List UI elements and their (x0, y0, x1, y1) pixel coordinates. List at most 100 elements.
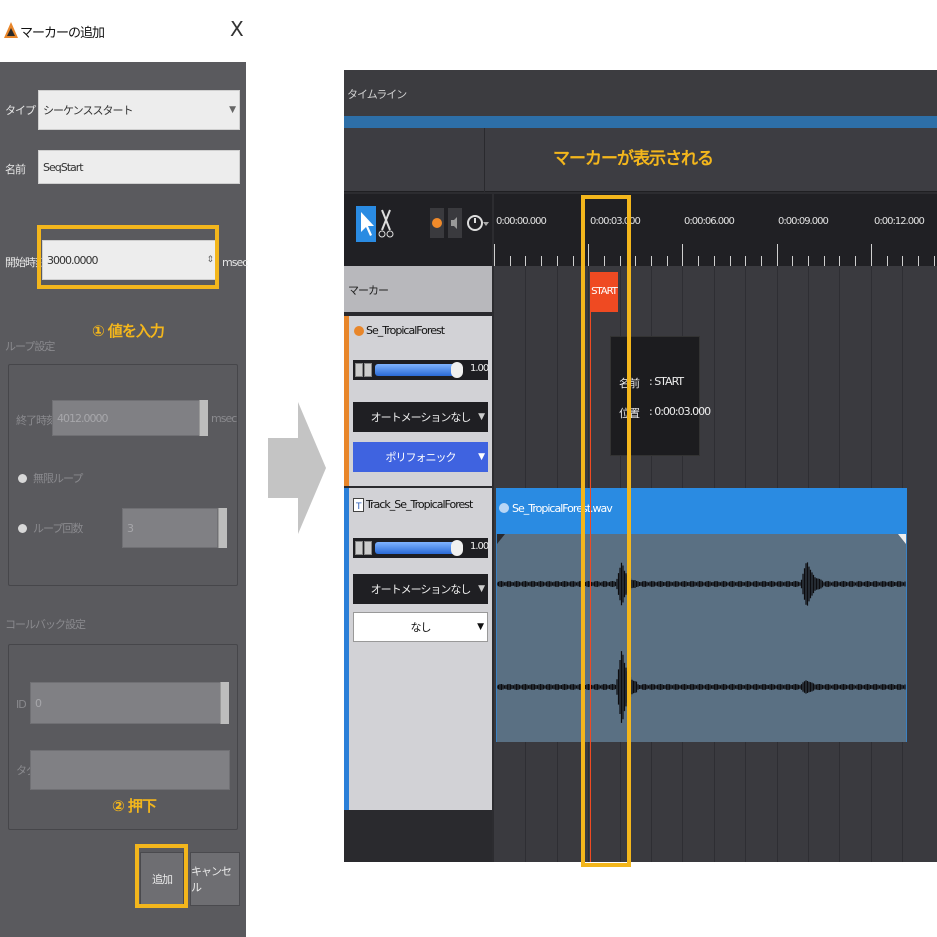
step1-note: ① 値を入力 (92, 322, 165, 340)
ruler-tick (886, 256, 888, 266)
dialog-title: マーカーの追加 (20, 26, 105, 41)
id-value: 0 (35, 696, 42, 710)
track2-name: Track_Se_TropicalForest (366, 498, 473, 511)
loop-count-label: ループ回数 (33, 522, 83, 535)
end-unit: msec (211, 412, 237, 425)
loop-count-input[interactable]: 3 (122, 508, 218, 548)
timeline-title: タイムライン (347, 88, 407, 101)
chevron-down-icon: ▼ (478, 412, 485, 422)
chevron-down-icon: ▼ (478, 584, 485, 594)
ruler-tick (541, 256, 543, 266)
track-header-pane: マーカー Se_TropicalForest 1.00 オートメーションなし ▼… (344, 266, 492, 862)
type-label: タイプ (5, 104, 36, 117)
ruler-tick (666, 256, 668, 266)
infinite-loop-radio[interactable] (18, 474, 27, 483)
ruler-tick (556, 256, 558, 266)
track1-automation-select[interactable]: オートメーションなし ▼ (353, 402, 488, 432)
track1-volume-knob[interactable] (451, 362, 463, 378)
timeline-scroll-bar[interactable] (344, 116, 937, 128)
timeline-toolbar (344, 194, 492, 266)
add-button-highlight (135, 844, 188, 908)
track1-volume-slider[interactable]: 1.00 (353, 360, 489, 380)
step2-note: ② 押下 (112, 797, 157, 815)
ruler-tick (745, 256, 747, 266)
ruler-tick (902, 256, 904, 266)
ruler-label: 0:00:00.000 (496, 216, 547, 227)
marker-column-highlight (581, 195, 631, 867)
tooltip-name-value: : START (649, 375, 684, 388)
track2-accent (344, 488, 349, 810)
id-input[interactable]: 0 (30, 682, 222, 724)
close-icon[interactable]: X (230, 17, 244, 41)
timeline-window: タイムライン 0:00:00.000 0:00:03.000 0:00:06.0… (344, 70, 937, 862)
end-time-spinner[interactable] (199, 400, 208, 436)
track2-automation-select[interactable]: オートメーションなし ▼ (353, 574, 488, 604)
info-divider (484, 128, 485, 192)
ruler-tick (870, 244, 872, 266)
audio-clip-header[interactable]: Se_TropicalForest.wav (496, 488, 907, 534)
svg-text:T: T (355, 502, 362, 512)
metronome-icon[interactable] (466, 210, 490, 236)
ruler-label: 0:00:06.000 (684, 216, 735, 227)
tooltip-position-value: : 0:00:03.000 (649, 405, 711, 418)
start-unit: msec (222, 256, 248, 269)
track1-mode-select[interactable]: ポリフォニック ▼ (353, 442, 488, 472)
id-spinner[interactable] (220, 682, 229, 724)
waveform-channel (496, 562, 906, 606)
ruler-tick (839, 256, 841, 266)
solo-icon[interactable] (364, 363, 372, 377)
ruler-tick (635, 256, 637, 266)
time-ruler[interactable]: 0:00:00.000 0:00:03.000 0:00:06.000 0:00… (494, 194, 937, 266)
dialog-header: マーカーの追加 X (0, 0, 246, 62)
ruler-tick (509, 256, 511, 266)
cue-icon (354, 326, 364, 336)
track2-volume-knob[interactable] (451, 540, 463, 556)
ruler-tick (823, 256, 825, 266)
track2-option-select[interactable]: なし ▼ (353, 612, 488, 642)
track2-header[interactable]: T Track_Se_TropicalForest 1.00 オートメーションな… (344, 488, 492, 810)
scissors-tool-icon[interactable] (378, 206, 394, 242)
flow-arrow-icon (268, 402, 326, 534)
ruler-label: 0:00:12.000 (874, 216, 925, 227)
loop-count-value: 3 (127, 521, 134, 535)
timeline-lanes[interactable]: START 名前 : START 位置 : 0:00:03.000 Se_Tro… (494, 266, 937, 862)
track2-volume-fill (375, 542, 457, 554)
ruler-label: 0:00:09.000 (778, 216, 829, 227)
solo-icon[interactable] (364, 541, 372, 555)
select-tool-icon[interactable] (356, 206, 376, 242)
track1-name: Se_TropicalForest (366, 324, 445, 337)
ruler-tick (713, 256, 715, 266)
record-icon[interactable] (430, 208, 444, 238)
audio-waveform[interactable] (496, 534, 907, 742)
name-input[interactable]: SeqStart (38, 150, 240, 184)
loop-section-label: ループ設定 (5, 340, 55, 353)
ruler-tick (792, 256, 794, 266)
tag-input[interactable] (30, 750, 230, 790)
chevron-down-icon: ▼ (229, 105, 236, 115)
mute-icon[interactable] (355, 363, 363, 377)
track2-volume-value: 1.00 (470, 541, 489, 552)
cancel-button[interactable]: キャンセル (190, 852, 240, 906)
loop-count-radio[interactable] (18, 524, 27, 533)
track-icon: T (353, 498, 364, 512)
track1-header[interactable]: Se_TropicalForest 1.00 オートメーションなし ▼ ポリフォ… (344, 316, 492, 486)
chevron-down-icon: ▼ (478, 452, 485, 462)
track1-volume-value: 1.00 (470, 363, 489, 374)
wave-file-icon (499, 503, 509, 513)
end-time-label: 終了時刻 (16, 414, 57, 427)
ruler-tick (572, 256, 574, 266)
speaker-icon[interactable] (448, 208, 462, 238)
end-time-input[interactable]: 4012.0000 (52, 400, 207, 436)
ruler-tick (729, 256, 731, 266)
type-select[interactable]: シーケンススタート ▼ (38, 90, 240, 130)
mute-icon[interactable] (355, 541, 363, 555)
loop-count-spinner[interactable] (218, 508, 227, 548)
name-label: 名前 (5, 163, 26, 176)
track1-automation-value: オートメーションなし (370, 411, 472, 424)
ruler-tick (682, 244, 684, 266)
waveform-graphic (496, 534, 906, 723)
track2-volume-slider[interactable]: 1.00 (353, 538, 489, 558)
infinite-loop-label: 無限ループ (33, 472, 83, 485)
ruler-tick (917, 256, 919, 266)
ruler-tick (494, 244, 495, 266)
